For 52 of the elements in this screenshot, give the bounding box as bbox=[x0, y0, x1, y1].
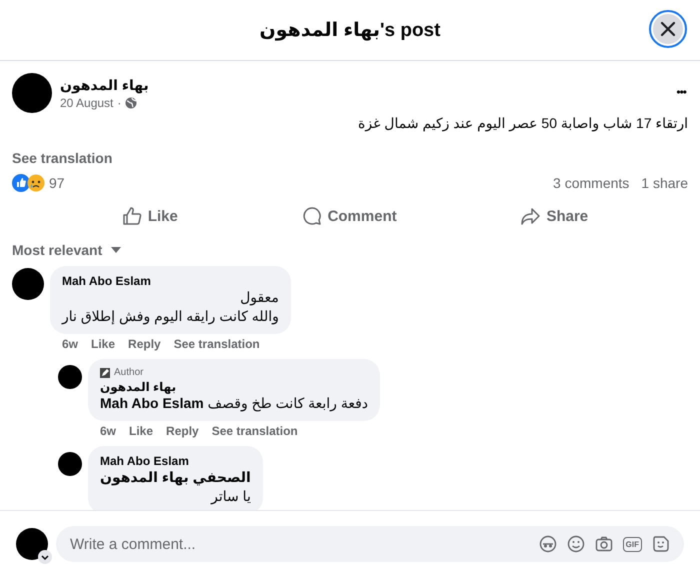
sort-dropdown[interactable]: Most relevant bbox=[12, 242, 122, 258]
reaction-count[interactable]: 97 bbox=[49, 175, 65, 191]
sad-reaction-icon[interactable] bbox=[27, 174, 45, 192]
avatar[interactable] bbox=[12, 268, 44, 300]
more-button[interactable]: ••• bbox=[674, 85, 688, 99]
speech-bubble-icon[interactable] bbox=[302, 206, 322, 226]
see-translation-link[interactable]: See translation bbox=[174, 337, 260, 351]
post-date[interactable]: 20 August bbox=[60, 96, 114, 110]
avatar-sticker-icon[interactable] bbox=[538, 535, 557, 553]
like-link[interactable]: Like bbox=[91, 337, 116, 351]
share-arrow-icon[interactable] bbox=[520, 206, 540, 226]
see-translation-link[interactable]: See translation bbox=[0, 132, 124, 166]
post-text: ارتقاء 17 شاب واصابة 50 عصر اليوم عند زكيم شمال غزة bbox=[357, 114, 689, 132]
separator: · bbox=[117, 96, 122, 110]
avatar[interactable] bbox=[58, 365, 82, 389]
close-icon[interactable] bbox=[659, 20, 677, 38]
reply-link[interactable]: Reply bbox=[128, 337, 161, 351]
comment-text: يا ساتر bbox=[210, 487, 251, 506]
gif-button[interactable]: GIF bbox=[622, 536, 642, 552]
thumbs-up-icon[interactable] bbox=[122, 206, 142, 226]
comments-count[interactable]: 3 comments bbox=[553, 175, 630, 191]
globe-icon[interactable] bbox=[125, 96, 138, 108]
avatar[interactable] bbox=[12, 73, 52, 113]
like-button[interactable]: Like bbox=[112, 200, 188, 232]
like-link[interactable]: Like bbox=[129, 424, 154, 438]
chevron-down-icon[interactable] bbox=[38, 550, 52, 564]
comment-field[interactable]: Write a comment... GIF bbox=[56, 526, 684, 562]
comment-button[interactable]: Comment bbox=[292, 200, 407, 232]
commenter-name[interactable]: Mah Abo Eslam bbox=[100, 454, 251, 468]
smiley-icon[interactable] bbox=[566, 535, 585, 553]
like-reaction-icon[interactable] bbox=[12, 174, 30, 192]
dialog-title: بهاء المدهون's post bbox=[260, 18, 440, 42]
camera-icon[interactable] bbox=[594, 535, 613, 553]
author-label: Author bbox=[114, 367, 144, 378]
avatar[interactable] bbox=[58, 452, 82, 476]
reply-link[interactable]: Reply bbox=[166, 424, 199, 438]
comment-time[interactable]: 6w bbox=[100, 424, 116, 438]
commenter-name[interactable]: بهاء المدهون bbox=[100, 380, 368, 394]
share-button[interactable]: Share bbox=[510, 200, 598, 232]
see-translation-link[interactable]: See translation bbox=[212, 424, 298, 438]
comment-text: والله كانت رايقه اليوم وفش إطلاق نار bbox=[62, 307, 279, 326]
pen-icon[interactable] bbox=[100, 368, 110, 378]
close-button[interactable] bbox=[649, 10, 687, 48]
shares-count[interactable]: 1 share bbox=[641, 175, 688, 191]
sticker-icon[interactable] bbox=[652, 535, 670, 553]
comment-text: معقول bbox=[239, 288, 279, 307]
comment-time[interactable]: 6w bbox=[62, 337, 78, 351]
commenter-name[interactable]: Mah Abo Eslam bbox=[62, 274, 279, 288]
caret-icon[interactable] bbox=[110, 246, 122, 254]
comment-text: الصحفي بهاء المدهون bbox=[100, 468, 251, 487]
avatar[interactable] bbox=[16, 528, 48, 560]
author-name[interactable]: بهاء المدهون bbox=[60, 76, 149, 94]
